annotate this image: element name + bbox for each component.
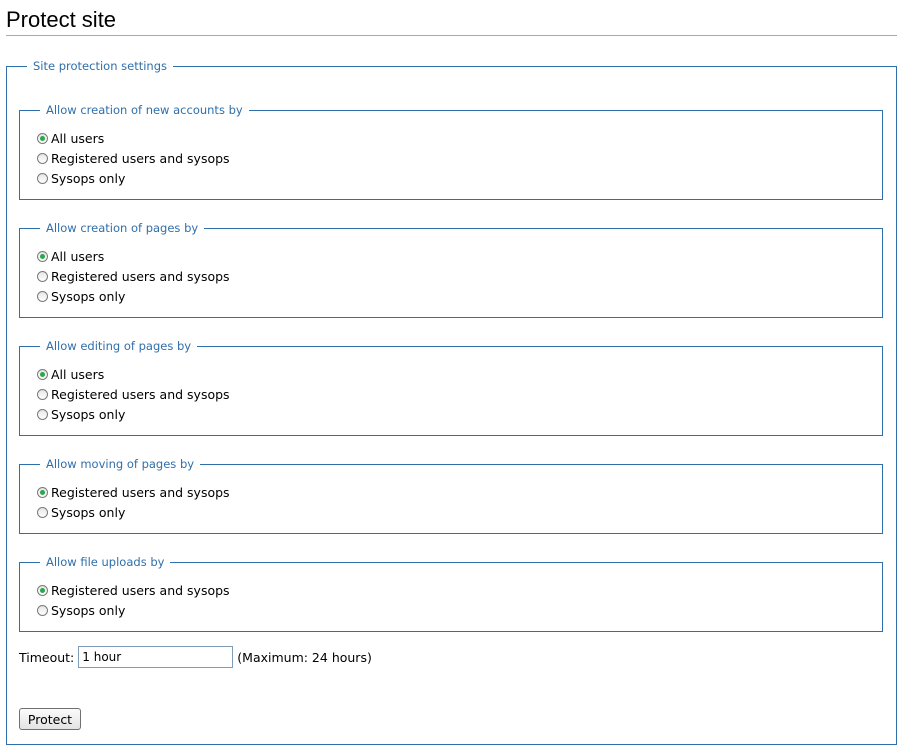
group-legend: Allow editing of pages by <box>40 339 198 354</box>
group-legend: Allow moving of pages by <box>40 457 201 472</box>
radio-label: Sysops only <box>51 602 126 618</box>
radio-option-registered[interactable]: Registered users and sysops <box>37 149 230 167</box>
group-file-uploads: Allow file uploads by Registered users a… <box>19 555 883 632</box>
group-legend: Allow creation of pages by <box>40 221 205 236</box>
timeout-label: Timeout: <box>19 649 75 665</box>
radio-option-registered[interactable]: Registered users and sysops <box>37 483 230 501</box>
radio-button[interactable] <box>37 408 48 420</box>
group-create-accounts: Allow creation of new accounts by All us… <box>19 103 883 200</box>
radio-button[interactable] <box>37 132 48 144</box>
radio-label: Sysops only <box>51 288 126 304</box>
timeout-maximum-note: (Maximum: 24 hours) <box>237 649 372 665</box>
radio-label: Sysops only <box>51 406 126 422</box>
radio-label: All users <box>51 366 105 382</box>
radio-button[interactable] <box>37 270 48 282</box>
radio-button[interactable] <box>37 486 48 498</box>
radio-option-registered[interactable]: Registered users and sysops <box>37 267 230 285</box>
group-create-pages: Allow creation of pages by All users Reg… <box>19 221 883 318</box>
site-protection-legend: Site protection settings <box>27 59 173 74</box>
radio-button[interactable] <box>37 172 48 184</box>
group-legend: Allow creation of new accounts by <box>40 103 249 118</box>
protect-button[interactable]: Protect <box>19 708 81 730</box>
radio-label: All users <box>51 248 105 264</box>
radio-label: All users <box>51 130 105 146</box>
radio-button[interactable] <box>37 152 48 164</box>
radio-button[interactable] <box>37 368 48 380</box>
group-legend: Allow file uploads by <box>40 555 171 570</box>
radio-option-sysops[interactable]: Sysops only <box>37 503 125 521</box>
title-divider <box>6 35 897 36</box>
radio-option-sysops[interactable]: Sysops only <box>37 601 125 619</box>
radio-button[interactable] <box>37 388 48 400</box>
radio-button[interactable] <box>37 604 48 616</box>
radio-label: Registered users and sysops <box>51 268 230 284</box>
timeout-row: Timeout: (Maximum: 24 hours) <box>19 646 372 668</box>
page-title: Protect site <box>6 7 117 32</box>
radio-label: Sysops only <box>51 170 126 186</box>
radio-option-sysops[interactable]: Sysops only <box>37 405 125 423</box>
radio-button[interactable] <box>37 506 48 518</box>
radio-label: Registered users and sysops <box>51 484 230 500</box>
group-move-pages: Allow moving of pages by Registered user… <box>19 457 883 534</box>
radio-label: Registered users and sysops <box>51 386 230 402</box>
radio-button[interactable] <box>37 250 48 262</box>
radio-label: Registered users and sysops <box>51 150 230 166</box>
radio-option-sysops[interactable]: Sysops only <box>37 287 125 305</box>
radio-option-registered[interactable]: Registered users and sysops <box>37 581 230 599</box>
radio-option-sysops[interactable]: Sysops only <box>37 169 125 187</box>
radio-option-registered[interactable]: Registered users and sysops <box>37 385 230 403</box>
timeout-input[interactable] <box>78 646 234 668</box>
radio-option-all-users[interactable]: All users <box>37 365 104 383</box>
radio-button[interactable] <box>37 290 48 302</box>
radio-label: Sysops only <box>51 504 126 520</box>
radio-option-all-users[interactable]: All users <box>37 129 104 147</box>
radio-option-all-users[interactable]: All users <box>37 247 104 265</box>
group-edit-pages: Allow editing of pages by All users Regi… <box>19 339 883 436</box>
radio-label: Registered users and sysops <box>51 582 230 598</box>
radio-button[interactable] <box>37 584 48 596</box>
